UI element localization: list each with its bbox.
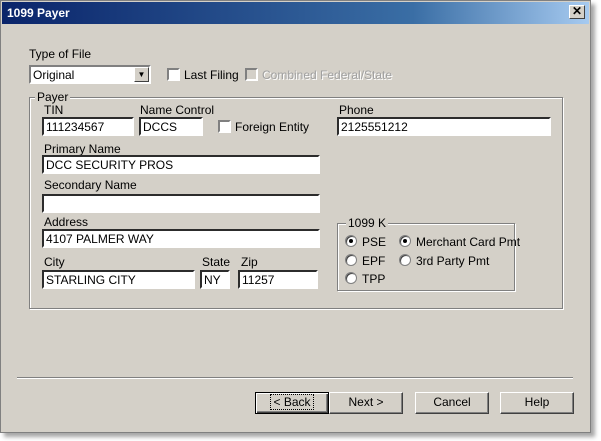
name-control-label: Name Control <box>140 103 215 117</box>
last-filing-label: Last Filing <box>184 68 239 82</box>
secondary-name-label: Secondary Name <box>44 178 137 192</box>
radio-pse-label: PSE <box>362 235 387 249</box>
address-input[interactable] <box>42 229 320 248</box>
radio-tpp[interactable] <box>345 272 357 284</box>
combined-label: Combined Federal/State <box>262 68 393 82</box>
primary-name-label: Primary Name <box>44 142 121 156</box>
foreign-entity-label: Foreign Entity <box>235 120 310 134</box>
separator <box>17 377 573 379</box>
last-filing-checkbox[interactable] <box>167 68 180 81</box>
close-icon: ✕ <box>571 4 583 18</box>
secondary-name-input[interactable] <box>42 194 320 213</box>
cancel-button[interactable]: Cancel <box>415 392 489 414</box>
phone-input[interactable] <box>337 117 551 136</box>
window-title: 1099 Payer <box>7 6 70 20</box>
radio-merchant-card-pmt-label: Merchant Card Pmt <box>416 235 521 249</box>
type-of-file-label: Type of File <box>29 47 92 61</box>
radio-3rd-party-pmt[interactable] <box>399 254 411 266</box>
name-control-input[interactable] <box>139 117 203 136</box>
foreign-entity-checkbox[interactable] <box>218 120 231 133</box>
radio-epf-label: EPF <box>362 254 386 268</box>
payer-group-label: Payer <box>35 90 71 104</box>
next-button[interactable]: Next > <box>329 392 403 414</box>
radio-merchant-card-pmt[interactable] <box>399 235 411 247</box>
radio-tpp-label: TPP <box>362 272 386 286</box>
city-input[interactable] <box>42 270 195 289</box>
radio-3rd-party-pmt-label: 3rd Party Pmt <box>416 254 490 268</box>
address-label: Address <box>44 215 89 229</box>
k1099-group-label: 1099 K <box>346 216 389 230</box>
zip-label: Zip <box>241 255 258 269</box>
state-input[interactable] <box>200 270 230 289</box>
zip-input[interactable] <box>238 270 318 289</box>
primary-name-input[interactable] <box>42 155 320 174</box>
payer-dialog: 1099 Payer ✕ Type of File Original ▼ Las… <box>0 0 591 433</box>
title-bar[interactable]: 1099 Payer ✕ <box>2 2 589 24</box>
type-of-file-value: Original <box>33 68 75 82</box>
type-of-file-select[interactable]: Original ▼ <box>29 65 151 84</box>
help-button[interactable]: Help <box>500 392 574 414</box>
help-button-label: Help <box>524 395 550 409</box>
close-button[interactable]: ✕ <box>569 5 585 19</box>
chevron-down-icon[interactable]: ▼ <box>134 67 149 82</box>
phone-label: Phone <box>339 103 374 117</box>
tin-input[interactable] <box>42 117 134 136</box>
radio-epf[interactable] <box>345 254 357 266</box>
next-button-label: Next > <box>348 395 384 409</box>
tin-label: TIN <box>44 103 64 117</box>
combined-checkbox[interactable] <box>245 68 258 81</box>
city-label: City <box>44 255 65 269</box>
back-button[interactable]: < Back <box>255 392 329 414</box>
back-button-label: < Back <box>270 394 314 410</box>
cancel-button-label: Cancel <box>433 395 471 409</box>
radio-pse[interactable] <box>345 235 357 247</box>
state-label: State <box>202 255 231 269</box>
